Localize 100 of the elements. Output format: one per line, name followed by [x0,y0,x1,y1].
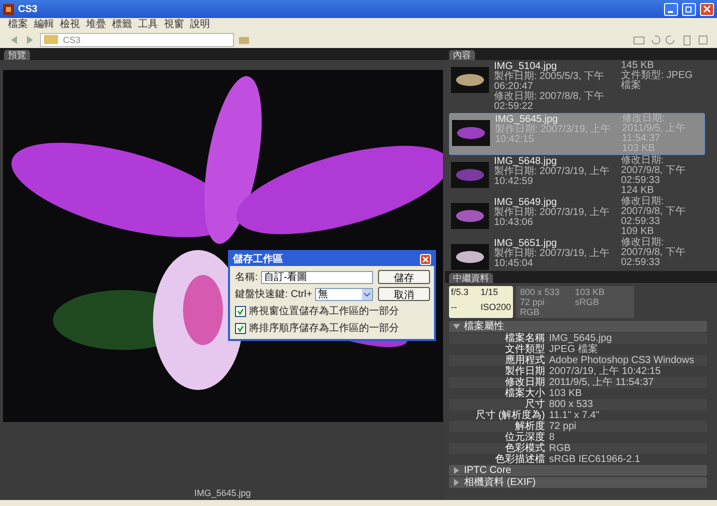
checkbox-label: 將排序順序儲存為工作區的一部分 [249,322,399,335]
close-icon [703,5,711,13]
section-title: 相機資料 (EXIF) [464,477,536,488]
file-detail: 修改日期: [621,197,665,207]
field-label: 修改日期 [504,377,545,388]
file-item[interactable]: IMG_5649.jpg 製作日期: 2007/3/19, 上午 10:43:06 修改日期: 2007/9/8, 下午 02:59:33 109 KB [449,197,705,237]
checkbox-label: 將視窗位置儲存為工作區的一部分 [249,304,399,318]
field-label: 位元深度 [504,432,545,443]
file-name: IMG_5649.jpg [494,197,557,208]
app-icon [3,4,14,14]
field-value: sRGB IEC61966-2.1 [549,454,640,465]
modified-date: 修改日期: 2007/8/8, 下午 02:59:22 [494,92,606,112]
field-label: 尺寸 (解析度為) [474,410,545,421]
menu-item[interactable]: 標籤 [112,18,132,30]
modifier-label: Ctrl+ [290,288,312,300]
field-label: 色彩模式 [504,443,545,454]
close-button[interactable] [700,2,714,16]
field-value: 8 [549,432,555,443]
content-tab[interactable]: 內容 [449,50,475,60]
file-item[interactable]: IMG_5648.jpg 製作日期: 2007/3/19, 上午 10:42:59 修改日期: 2007/9/8, 下午 02:59:33 124 KB [449,156,705,196]
rotate-left-icon[interactable] [649,34,661,46]
file-name: IMG_5648.jpg [494,156,557,167]
file-detail: 109 KB [621,227,654,237]
field-value: 2011/9/5, 上午 11:54:37 [549,377,654,388]
file-detail: 修改日期: [621,156,665,166]
restore-button[interactable] [682,2,696,16]
thumbnail [452,120,490,146]
image-caption: IMG_5645.jpg [194,488,251,498]
section-header[interactable]: 相機資料 (EXIF) [449,477,707,488]
field-value: IMG_5645.jpg [549,333,612,344]
field-label: 尺寸 [525,399,545,410]
created-date: 製作日期: 2005/5/3, 下午 06:20:47 [494,72,606,92]
field-value: Adobe Photoshop CS3 Windows [549,355,694,366]
menu-item[interactable]: 檢視 [60,18,80,30]
file-detail: 文件類型: JPEG 檔案 [621,71,694,91]
menu-item[interactable]: 視窗 [164,18,184,30]
thumbnail [451,203,489,229]
dialog-close-button[interactable] [420,254,431,264]
cancel-button[interactable]: 取消 [378,287,430,301]
checkbox[interactable] [235,322,246,334]
thumbnail [451,162,489,188]
metadata-tab[interactable]: 中繼資料 [449,273,493,283]
rotate-right-icon[interactable] [665,34,677,46]
field-value: 11.1" x 7.4" [549,410,600,421]
field-label: 文件類型 [504,344,545,355]
field-label: 應用程式 [504,355,545,366]
file-name: IMG_5651.jpg [494,238,557,249]
file-detail: 修改日期: [622,114,666,124]
camera-value: f/5.3 [451,287,470,299]
file-item[interactable]: IMG_5104.jpg 製作日期: 2005/5/3, 下午 06:20:47 修改日期: 2007/8/8, 下午 02:59:22 145 KB 文件類型: JPEG 檔案 [449,61,705,112]
name-label: 名稱: [235,271,258,284]
created-date: 製作日期: 2007/3/19, 上午 10:42:59 [494,167,611,187]
thumbnail [451,67,489,93]
menu-item[interactable]: 編輯 [34,18,54,30]
folder-icon [44,34,58,44]
save-button[interactable]: 儲存 [378,270,430,284]
summary-value: 103 KB [575,287,606,297]
menu-item[interactable]: 工具 [138,18,158,30]
close-icon [422,256,429,262]
section-header[interactable]: 檔案屬性 [449,321,707,332]
camera-value: 1/15 [480,287,499,299]
section-header[interactable]: IPTC Core [449,465,707,476]
file-name: IMG_5104.jpg [494,61,557,72]
camera-value: -- [451,302,458,314]
file-name: IMG_5645.jpg [495,114,558,125]
path-field[interactable]: CS3 [40,32,234,46]
restore-icon [685,5,693,13]
section-title: IPTC Core [464,465,512,476]
field-value: JPEG 檔案 [549,344,598,355]
shortcut-dropdown[interactable]: 無 [315,288,374,300]
file-detail: 2007/9/8, 下午 02:59:33 [621,166,686,186]
field-label: 解析度 [514,421,545,432]
field-label: 色彩描述檔 [494,454,545,465]
field-label: 檔案大小 [504,388,545,399]
field-label: 檔案名稱 [504,333,545,344]
file-detail: 修改日期: [621,238,665,248]
summary-value: 72 ppi [520,297,546,307]
summary-value: sRGB [575,297,600,307]
created-date: 製作日期: 2007/3/19, 上午 10:43:06 [494,208,611,228]
field-value: 2007/3/19, 上午 10:42:15 [549,366,661,377]
camera-value: ISO200 [480,302,511,314]
window-title: CS3 [18,4,38,14]
file-detail: 2007/9/8, 下午 02:59:33 [621,207,686,227]
name-field[interactable]: 自訂-看圖 [260,270,374,284]
minimize-button[interactable] [664,2,678,16]
caret-icon [362,288,372,300]
menu-item[interactable]: 說明 [190,18,210,30]
field-value: 800 x 533 [549,399,593,410]
file-detail: 145 KB [621,61,654,71]
section-title: 檔案屬性 [464,321,504,332]
file-item[interactable]: IMG_5651.jpg 製作日期: 2007/3/19, 上午 10:45:04 修改日期: 2007/9/8, 下午 02:59:33 [449,238,705,270]
thumbnail [451,244,489,270]
preview-tab[interactable]: 預覽 [4,50,30,60]
file-detail: 124 KB [621,186,654,196]
menu-item[interactable]: 堆疊 [86,18,106,30]
menu-item[interactable]: 檔案 [8,18,28,30]
field-value: 72 ppi [549,421,576,432]
dialog-title: 儲存工作區 [233,252,284,266]
created-date: 製作日期: 2007/3/19, 上午 10:45:04 [494,249,611,269]
checkbox[interactable] [235,306,246,316]
